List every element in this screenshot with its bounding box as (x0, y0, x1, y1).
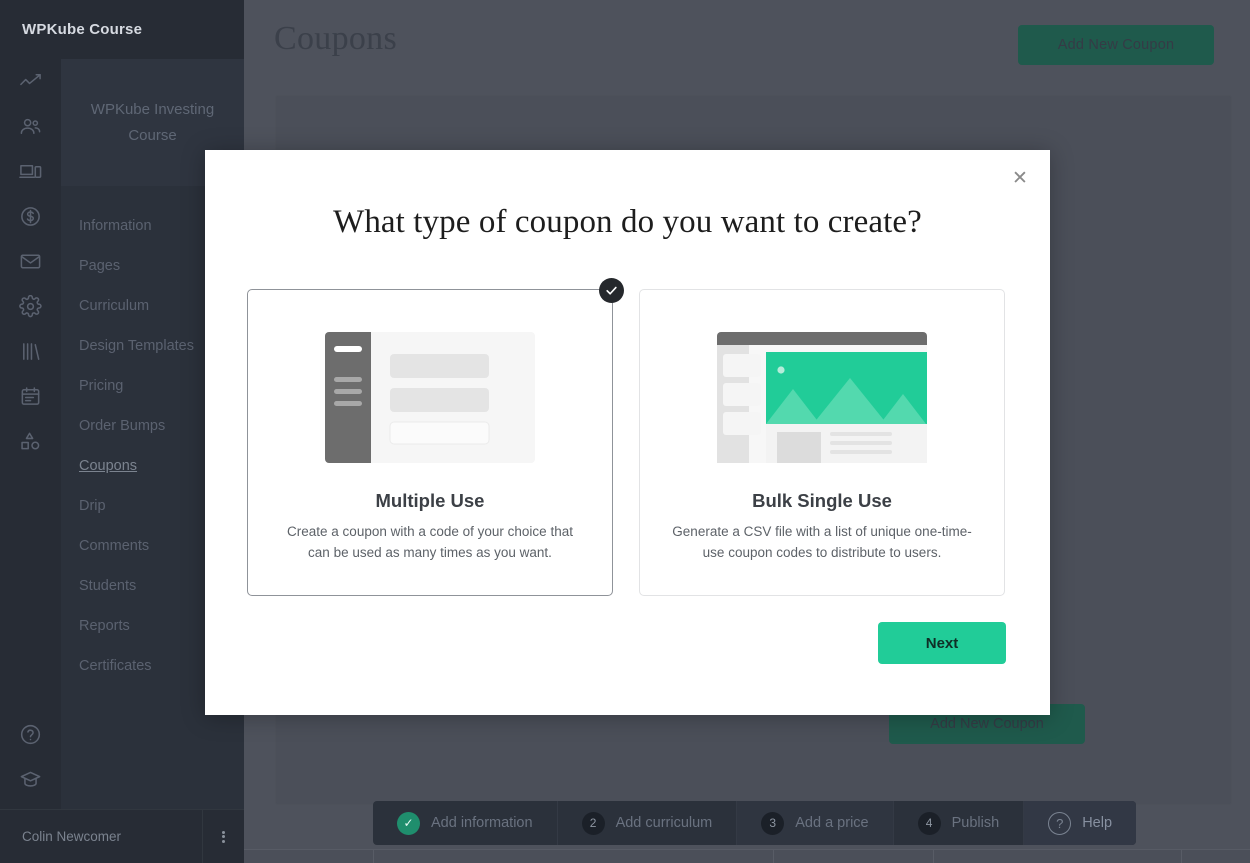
course-title-label: WPKube Investing Course (90, 100, 215, 144)
user-bar: Colin Newcomer (0, 809, 244, 863)
bottom-strip (244, 849, 1250, 863)
coupon-type-modal: ✕ What type of coupon do you want to cre… (205, 150, 1050, 715)
step-badge: 2 (581, 811, 605, 835)
help-button[interactable]: ? Help (1024, 801, 1137, 845)
shapes-icon[interactable] (0, 419, 61, 464)
step-label: Add curriculum (615, 815, 713, 831)
calendar-icon[interactable] (0, 374, 61, 419)
option-title: Multiple Use (375, 490, 485, 511)
graduation-cap-icon[interactable] (0, 757, 61, 802)
dollar-circle-icon[interactable] (0, 194, 61, 239)
icon-rail-bottom-group (0, 712, 61, 802)
close-icon[interactable]: ✕ (1007, 165, 1033, 191)
option-description: Create a coupon with a code of your choi… (287, 524, 573, 560)
icon-rail-top-group (0, 59, 61, 464)
coupon-type-options: Multiple Use Create a coupon with a code… (247, 278, 1005, 596)
step-publish[interactable]: 4 Publish (894, 801, 1025, 845)
screen: Coupons Add New Coupon Add New Coupon ✓ … (0, 0, 1250, 863)
step-add-a-price[interactable]: 3 Add a price (737, 801, 894, 845)
page-header: Coupons Add New Coupon (274, 20, 1220, 76)
step-label: Add a price (795, 815, 869, 831)
devices-icon[interactable] (0, 149, 61, 194)
kebab-menu-icon[interactable] (202, 809, 244, 863)
option-card-multiple-use[interactable]: Multiple Use Create a coupon with a code… (247, 278, 624, 596)
step-label: Add information (431, 815, 533, 831)
step-add-information[interactable]: ✓ Add information (373, 801, 558, 845)
option-title: Bulk Single Use (752, 490, 892, 511)
question-circle-icon: ? (1048, 811, 1072, 835)
chart-line-icon[interactable] (0, 59, 61, 104)
course-progress-steps: ✓ Add information 2 Add curriculum 3 Add… (373, 801, 1137, 845)
step-badge-check-icon: ✓ (397, 811, 420, 835)
option-card-bulk-single-use[interactable]: Bulk Single Use Generate a CSV file with… (639, 289, 1005, 596)
brand-header: WPKube Course (0, 0, 244, 59)
brand-label: WPKube Course (22, 21, 143, 38)
check-icon (599, 278, 624, 303)
user-name: Colin Newcomer (22, 829, 122, 844)
modal-title: What type of coupon do you want to creat… (333, 204, 922, 240)
add-new-coupon-button[interactable]: Add New Coupon (1018, 25, 1214, 65)
gear-icon[interactable] (0, 284, 61, 329)
help-circle-icon[interactable] (0, 712, 61, 757)
users-icon[interactable] (0, 104, 61, 149)
form-layout-thumbnail (325, 332, 535, 463)
step-label: Publish (951, 815, 1000, 831)
books-icon[interactable] (0, 329, 61, 374)
page-with-hero-image-thumbnail (717, 332, 927, 463)
help-label: Help (1082, 815, 1113, 831)
option-description: Generate a CSV file with a list of uniqu… (672, 524, 972, 560)
envelope-icon[interactable] (0, 239, 61, 284)
next-button[interactable]: Next (878, 622, 1006, 664)
step-badge: 4 (917, 811, 941, 835)
step-badge: 3 (761, 811, 785, 835)
step-add-curriculum[interactable]: 2 Add curriculum (558, 801, 738, 845)
